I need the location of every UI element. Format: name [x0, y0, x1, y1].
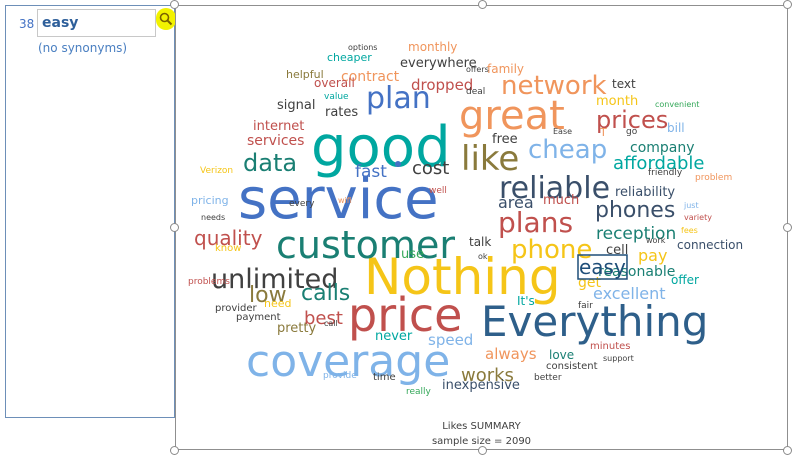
- word-helpful[interactable]: helpful: [286, 68, 324, 81]
- word-work[interactable]: work: [646, 236, 666, 245]
- word-time[interactable]: time: [373, 372, 396, 383]
- word-well[interactable]: well: [429, 186, 447, 196]
- word-internet[interactable]: internet: [253, 119, 304, 134]
- word-inexpensive[interactable]: inexpensive: [442, 378, 520, 393]
- word-company[interactable]: company: [630, 140, 695, 156]
- word-cheap[interactable]: cheap: [528, 135, 607, 165]
- word-connection[interactable]: connection: [677, 238, 743, 252]
- chart-title: Likes SUMMARY: [442, 421, 521, 432]
- word-customer[interactable]: customer: [276, 223, 455, 267]
- word-bill[interactable]: bill: [667, 121, 685, 135]
- word-use[interactable]: use: [401, 247, 424, 262]
- word-family[interactable]: family: [487, 62, 524, 76]
- word-services[interactable]: services: [247, 133, 304, 149]
- word-problem[interactable]: problem: [695, 173, 732, 183]
- word-friendly[interactable]: friendly: [648, 168, 683, 178]
- match-count: 38: [19, 17, 35, 31]
- word-payment[interactable]: payment: [236, 312, 281, 323]
- word-dropped[interactable]: dropped: [411, 76, 473, 94]
- word-verizon[interactable]: Verizon: [200, 166, 233, 176]
- word-calls[interactable]: calls: [301, 281, 350, 306]
- word-text[interactable]: text: [612, 77, 636, 91]
- word-really[interactable]: really: [406, 387, 432, 397]
- word-love[interactable]: love: [549, 348, 574, 362]
- word-cloud-chart[interactable]: service good Nothing Everything coverage pric…: [175, 5, 788, 450]
- search-icon: [159, 12, 173, 26]
- word-options[interactable]: options: [348, 43, 377, 52]
- resize-handle-tr[interactable]: [783, 0, 792, 9]
- word-rates[interactable]: rates: [325, 105, 358, 120]
- word-pay[interactable]: pay: [638, 246, 667, 265]
- resize-handle-bottom[interactable]: [478, 446, 487, 455]
- word-talk[interactable]: talk: [469, 235, 491, 249]
- word-minutes[interactable]: minutes: [590, 341, 630, 352]
- word-data[interactable]: data: [243, 149, 297, 177]
- word-deal[interactable]: deal: [466, 87, 485, 97]
- word-fair[interactable]: fair: [578, 301, 593, 311]
- resize-handle-br[interactable]: [783, 446, 792, 455]
- word-much[interactable]: much: [543, 193, 579, 208]
- resize-handle-left[interactable]: [170, 223, 179, 232]
- word-needs[interactable]: needs: [201, 213, 225, 222]
- word-speed[interactable]: speed: [428, 331, 473, 349]
- word-ease[interactable]: Ease: [553, 127, 572, 136]
- word-call[interactable]: call: [324, 319, 338, 328]
- word-area[interactable]: area: [498, 193, 534, 212]
- word-know[interactable]: know: [215, 243, 241, 254]
- word-pricing[interactable]: pricing: [191, 194, 229, 207]
- word-fees[interactable]: fees: [681, 226, 698, 235]
- word-free[interactable]: free: [492, 132, 518, 147]
- word-fast[interactable]: fast: [355, 162, 387, 182]
- search-panel: 38 easy (no synonyms): [5, 5, 176, 418]
- word-excellent[interactable]: excellent: [593, 284, 666, 303]
- dot-mark: [395, 161, 401, 167]
- word-value[interactable]: value: [324, 92, 349, 102]
- word-need[interactable]: need: [264, 297, 292, 310]
- word-variety[interactable]: variety: [684, 213, 712, 222]
- word-ok[interactable]: ok: [478, 252, 488, 261]
- word-signal[interactable]: signal: [277, 98, 315, 113]
- word-wifi[interactable]: wifi: [338, 196, 352, 205]
- word-consistent[interactable]: consistent: [546, 361, 598, 372]
- word-just[interactable]: just: [683, 201, 699, 210]
- search-button[interactable]: [156, 8, 176, 30]
- word-offer[interactable]: offer: [671, 273, 699, 287]
- word-support[interactable]: support: [603, 354, 634, 363]
- word-always[interactable]: always: [485, 345, 537, 363]
- resize-handle-top[interactable]: [478, 0, 487, 9]
- resize-handle-tl[interactable]: [170, 0, 179, 9]
- word-provide[interactable]: provide: [323, 371, 357, 381]
- word-offers[interactable]: offers: [466, 65, 489, 74]
- word-go[interactable]: go: [626, 127, 638, 137]
- word-monthly[interactable]: monthly: [408, 40, 457, 54]
- word-convenient[interactable]: convenient: [655, 100, 699, 109]
- search-input[interactable]: easy: [37, 9, 156, 37]
- search-term: easy: [42, 15, 79, 31]
- word-t[interactable]: T: [599, 126, 607, 139]
- word-cloud: servicegoodNothingEverythingcoveragepric…: [188, 40, 743, 397]
- word-cost[interactable]: cost: [412, 158, 449, 179]
- word-better[interactable]: better: [534, 373, 562, 383]
- word-pretty[interactable]: pretty: [277, 321, 317, 336]
- synonyms-text: (no synonyms): [38, 41, 128, 55]
- word-everything[interactable]: Everything: [481, 297, 708, 346]
- word-phones[interactable]: phones: [595, 198, 675, 223]
- word-cheaper[interactable]: cheaper: [327, 51, 372, 64]
- word-reliability[interactable]: reliability: [615, 185, 675, 200]
- word-every[interactable]: every: [289, 199, 315, 209]
- resize-handle-bl[interactable]: [170, 446, 179, 455]
- word-month[interactable]: month: [596, 94, 638, 109]
- resize-handle-right[interactable]: [783, 223, 792, 232]
- word-get[interactable]: get: [578, 275, 602, 291]
- word-it-s[interactable]: It's: [517, 294, 535, 308]
- word-problems[interactable]: problems: [188, 277, 230, 287]
- word-never[interactable]: never: [375, 329, 413, 344]
